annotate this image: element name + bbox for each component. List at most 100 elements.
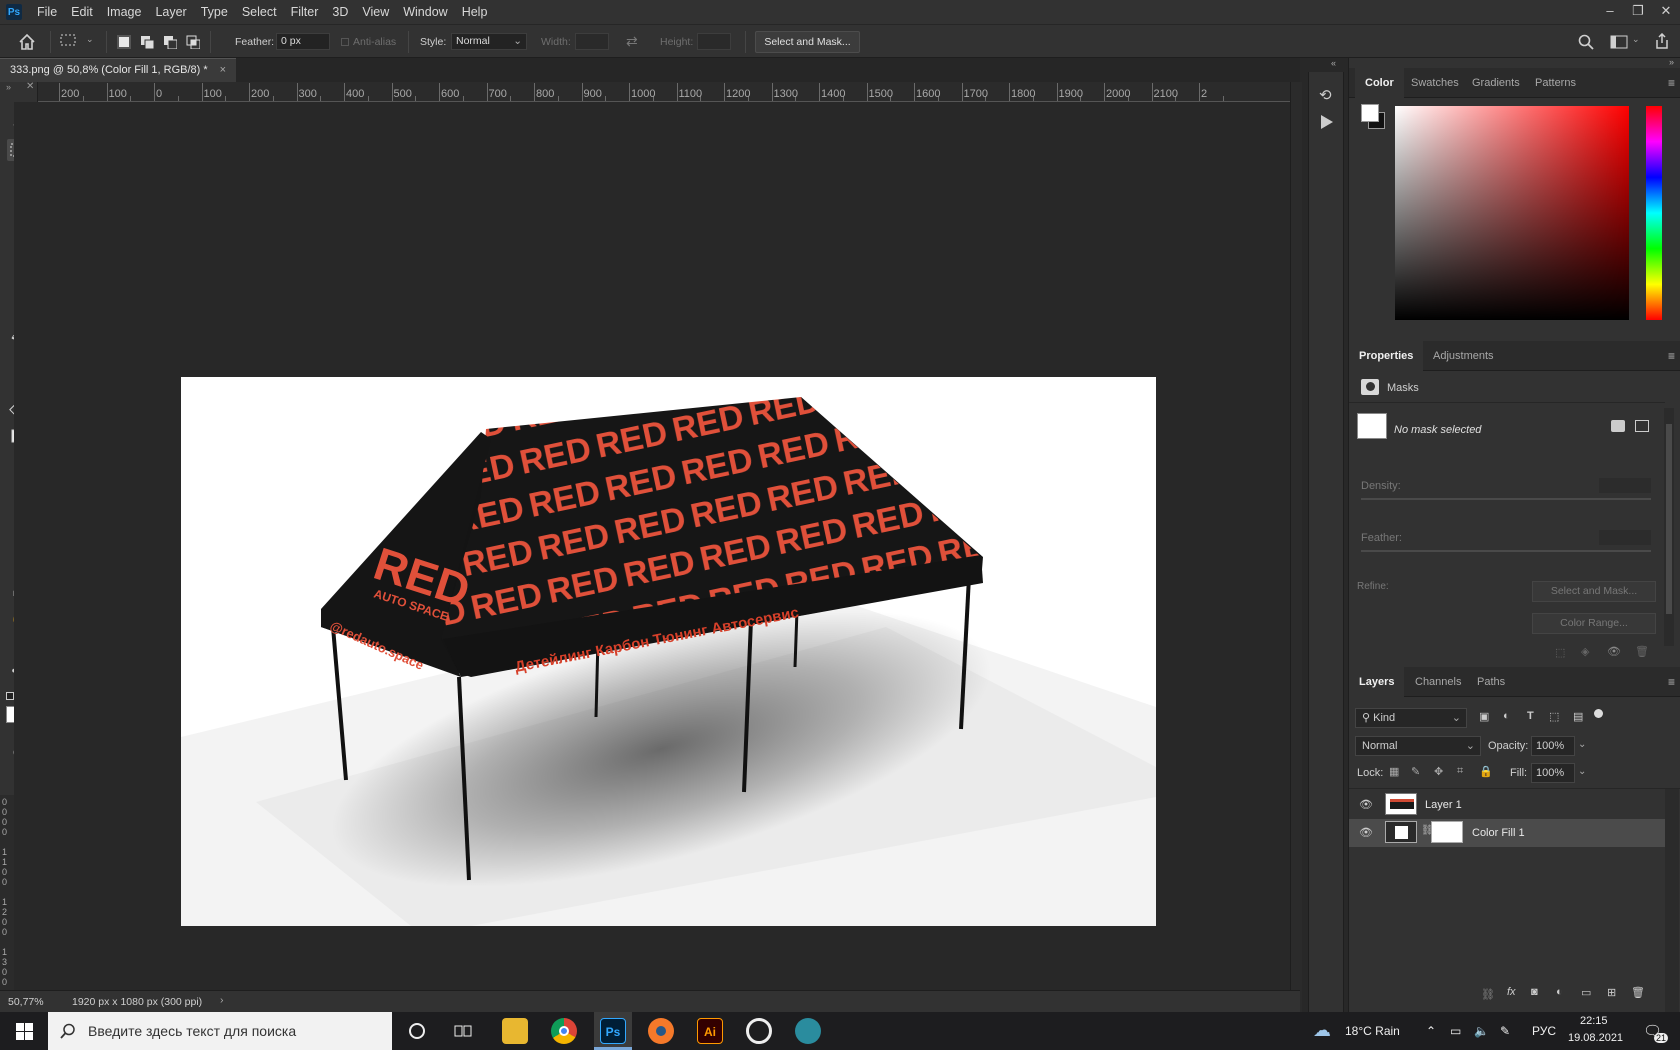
share-icon[interactable]: [1654, 33, 1670, 49]
delete-mask-icon[interactable]: 🗑: [1635, 645, 1649, 658]
new-selection-icon[interactable]: [117, 35, 131, 49]
menu-type[interactable]: Type: [194, 5, 235, 19]
visibility-eye-icon[interactable]: 👁: [1359, 826, 1373, 840]
layer-row-color-fill-1[interactable]: 👁 ⛓ Color Fill 1: [1349, 819, 1665, 847]
menu-image[interactable]: Image: [100, 5, 149, 19]
adjustment-layer-icon[interactable]: ◐: [1556, 986, 1563, 998]
chrome-icon[interactable]: [551, 1018, 577, 1044]
cortana-icon[interactable]: [409, 1023, 425, 1039]
filter-shape-icon[interactable]: ⬚: [1549, 710, 1559, 723]
layer-row-layer-1[interactable]: 👁 Layer 1: [1349, 791, 1665, 819]
clock-date[interactable]: 19.08.2021: [1568, 1032, 1623, 1044]
panel-menu-icon[interactable]: ≡: [1668, 76, 1675, 90]
tab-color[interactable]: Color: [1355, 68, 1404, 98]
chevron-down-icon[interactable]: ⌄: [1578, 739, 1586, 750]
menu-select[interactable]: Select: [235, 5, 284, 19]
chevron-right-icon[interactable]: ›: [220, 994, 224, 1006]
color-fg-swatch[interactable]: [1361, 104, 1379, 122]
select-and-mask-button[interactable]: Select and Mask...: [1532, 581, 1656, 602]
panel-menu-icon[interactable]: ≡: [1668, 349, 1675, 363]
panel-menu-icon[interactable]: ≡: [1668, 675, 1675, 689]
illustrator-icon[interactable]: Ai: [697, 1018, 723, 1044]
new-layer-icon[interactable]: ⊞: [1607, 986, 1616, 999]
properties-scrollbar[interactable]: [1664, 408, 1674, 646]
close-panel-icon[interactable]: ✕: [26, 81, 34, 92]
weather-icon[interactable]: ☁: [1313, 1020, 1331, 1041]
filter-adjustment-icon[interactable]: ◐: [1503, 710, 1510, 722]
pen-icon[interactable]: ✎: [1500, 1012, 1510, 1050]
close-tab-icon[interactable]: ×: [220, 59, 226, 81]
tab-channels[interactable]: Channels: [1405, 667, 1471, 697]
app-bird-icon[interactable]: [795, 1018, 821, 1044]
width-input[interactable]: [575, 33, 609, 50]
collapse-icon[interactable]: »: [6, 82, 11, 92]
document-tab[interactable]: 333.png @ 50,8% (Color Fill 1, RGB/8) * …: [0, 58, 236, 82]
apply-mask-icon[interactable]: ◈: [1581, 645, 1589, 658]
menu-file[interactable]: File: [30, 5, 64, 19]
style-select[interactable]: Normal ⌄: [451, 33, 527, 50]
lock-image-icon[interactable]: ✎: [1411, 765, 1420, 778]
vector-mask-icon[interactable]: [1635, 420, 1649, 432]
delete-layer-icon[interactable]: 🗑: [1631, 986, 1645, 999]
rect-marquee-preset-icon[interactable]: [60, 34, 78, 48]
actions-play-icon[interactable]: [1321, 115, 1333, 129]
windows-start-icon[interactable]: [16, 1023, 33, 1040]
app-circle-icon[interactable]: [746, 1018, 772, 1044]
menu-view[interactable]: View: [355, 5, 396, 19]
menu-layer[interactable]: Layer: [148, 5, 193, 19]
lock-artboard-icon[interactable]: ⌗: [1457, 765, 1463, 778]
collapse-icon[interactable]: »: [1669, 57, 1674, 67]
canvas-area[interactable]: RED RED AUTO SPACE: [14, 102, 1290, 990]
height-input[interactable]: [697, 33, 731, 50]
default-colors-icon[interactable]: [6, 692, 14, 700]
language-indicator[interactable]: РУС: [1532, 1012, 1556, 1050]
pixel-mask-icon[interactable]: [1611, 420, 1625, 432]
menu-filter[interactable]: Filter: [284, 5, 326, 19]
filter-pixel-icon[interactable]: ▣: [1479, 710, 1489, 723]
antialias-checkbox[interactable]: [341, 38, 349, 46]
menu-3d[interactable]: 3D: [325, 5, 355, 19]
density-slider[interactable]: [1361, 498, 1651, 500]
blender-icon[interactable]: [648, 1018, 674, 1044]
feather-slider[interactable]: [1361, 550, 1651, 552]
chevron-down-icon[interactable]: ⌄: [1632, 34, 1640, 45]
menu-help[interactable]: Help: [455, 5, 495, 19]
add-mask-icon[interactable]: ◙: [1531, 986, 1538, 998]
new-group-icon[interactable]: ▭: [1581, 986, 1591, 999]
lock-all-icon[interactable]: 🔒: [1479, 765, 1493, 778]
layer-style-icon[interactable]: fx: [1507, 986, 1516, 998]
select-and-mask-button[interactable]: Select and Mask...: [755, 31, 860, 53]
task-view-icon[interactable]: [454, 1023, 472, 1039]
clock-time[interactable]: 22:15: [1580, 1015, 1608, 1027]
intersect-selection-icon[interactable]: [186, 35, 200, 49]
subtract-selection-icon[interactable]: [163, 35, 177, 49]
opacity-input[interactable]: 100%: [1531, 736, 1575, 756]
tab-properties[interactable]: Properties: [1349, 341, 1424, 371]
vertical-scrollbar[interactable]: [1290, 82, 1302, 1012]
restore-icon[interactable]: ❐: [1624, 0, 1652, 24]
tab-swatches[interactable]: Swatches: [1401, 68, 1469, 98]
hue-slider[interactable]: [1646, 106, 1662, 320]
zoom-level[interactable]: 50,77%: [8, 996, 44, 1008]
lock-transparent-icon[interactable]: ▦: [1389, 765, 1399, 778]
layers-scrollbar[interactable]: [1665, 789, 1679, 1039]
feather-input[interactable]: [1599, 530, 1651, 545]
collapse-icon[interactable]: «: [1331, 58, 1336, 68]
feather-input[interactable]: 0 px: [276, 33, 330, 50]
search-icon[interactable]: [1578, 34, 1594, 50]
battery-icon[interactable]: ▭: [1450, 1012, 1461, 1050]
tab-layers[interactable]: Layers: [1349, 667, 1405, 697]
tab-patterns[interactable]: Patterns: [1525, 68, 1586, 98]
color-field[interactable]: [1395, 106, 1629, 320]
home-icon[interactable]: [18, 33, 36, 51]
document-canvas[interactable]: RED RED AUTO SPACE: [181, 377, 1156, 926]
filter-toggle-icon[interactable]: [1594, 709, 1603, 718]
chevron-down-icon[interactable]: ⌄: [1578, 766, 1586, 777]
link-layers-icon[interactable]: ⛓: [1481, 988, 1495, 1001]
tab-paths[interactable]: Paths: [1467, 667, 1515, 697]
history-icon[interactable]: ⟲: [1319, 86, 1337, 104]
file-explorer-icon[interactable]: [502, 1018, 528, 1044]
filter-type-icon[interactable]: T: [1527, 710, 1534, 722]
load-selection-icon[interactable]: ⬚: [1555, 646, 1565, 659]
fill-input[interactable]: 100%: [1531, 763, 1575, 783]
